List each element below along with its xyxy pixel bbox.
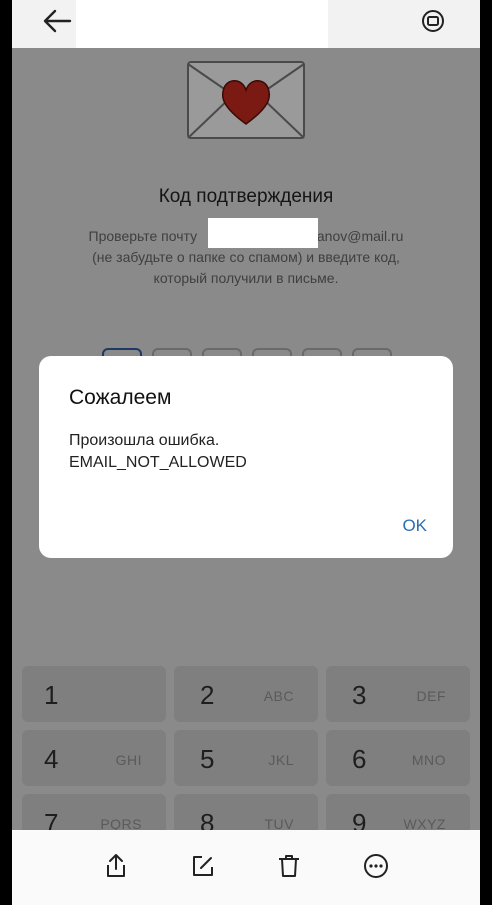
key-2[interactable]: 2 ABC <box>174 666 318 722</box>
key-3[interactable]: 3 DEF <box>326 666 470 722</box>
redacted-email <box>208 218 318 248</box>
rotate-screen-icon[interactable] <box>420 8 446 34</box>
redacted-area <box>76 0 328 48</box>
key-digit: 3 <box>352 680 367 710</box>
key-6[interactable]: 6 MNO <box>326 730 470 786</box>
dialog-message-line2: EMAIL_NOT_ALLOWED <box>69 454 247 471</box>
back-arrow-icon[interactable] <box>42 8 72 34</box>
description-line1-email: anov@mail.ru <box>316 228 404 244</box>
description-line1-before: Проверьте почту <box>88 228 198 244</box>
key-letters: ABC <box>263 688 294 704</box>
key-digit: 5 <box>200 744 215 774</box>
key-digit: 1 <box>44 680 59 710</box>
page-title: Код подтверждения <box>158 186 334 207</box>
description-line3: который получили в письме. <box>153 270 339 286</box>
key-letters: GHI <box>115 752 142 768</box>
key-letters: JKL <box>268 752 294 768</box>
key-1[interactable]: 1 <box>22 666 166 722</box>
trash-icon[interactable] <box>275 852 303 880</box>
share-icon[interactable] <box>102 852 130 880</box>
key-letters: DEF <box>416 688 446 704</box>
key-5[interactable]: 5 JKL <box>174 730 318 786</box>
dialog-message: Произошла ошибка. EMAIL_NOT_ALLOWED <box>69 430 247 474</box>
ok-button[interactable]: OK <box>402 516 427 536</box>
key-digit: 4 <box>44 744 59 774</box>
key-digit: 6 <box>352 744 367 774</box>
dialog-message-line1: Произошла ошибка. <box>69 432 220 449</box>
dialog-title: Сожалеем <box>69 386 172 409</box>
key-letters: MNO <box>411 752 446 768</box>
description-line2: (не забудьте о папке со спамом) и введит… <box>92 249 400 265</box>
bottom-toolbar <box>12 830 480 905</box>
more-icon[interactable] <box>362 852 390 880</box>
key-digit: 2 <box>200 680 215 710</box>
top-app-bar <box>12 0 480 48</box>
key-4[interactable]: 4 GHI <box>22 730 166 786</box>
error-dialog: Сожалеем Произошла ошибка. EMAIL_NOT_ALL… <box>39 356 453 558</box>
edit-icon[interactable] <box>189 852 217 880</box>
envelope-heart-icon <box>187 61 305 139</box>
phone-screen: Код подтверждения Проверьте почту anov@m… <box>12 0 480 905</box>
